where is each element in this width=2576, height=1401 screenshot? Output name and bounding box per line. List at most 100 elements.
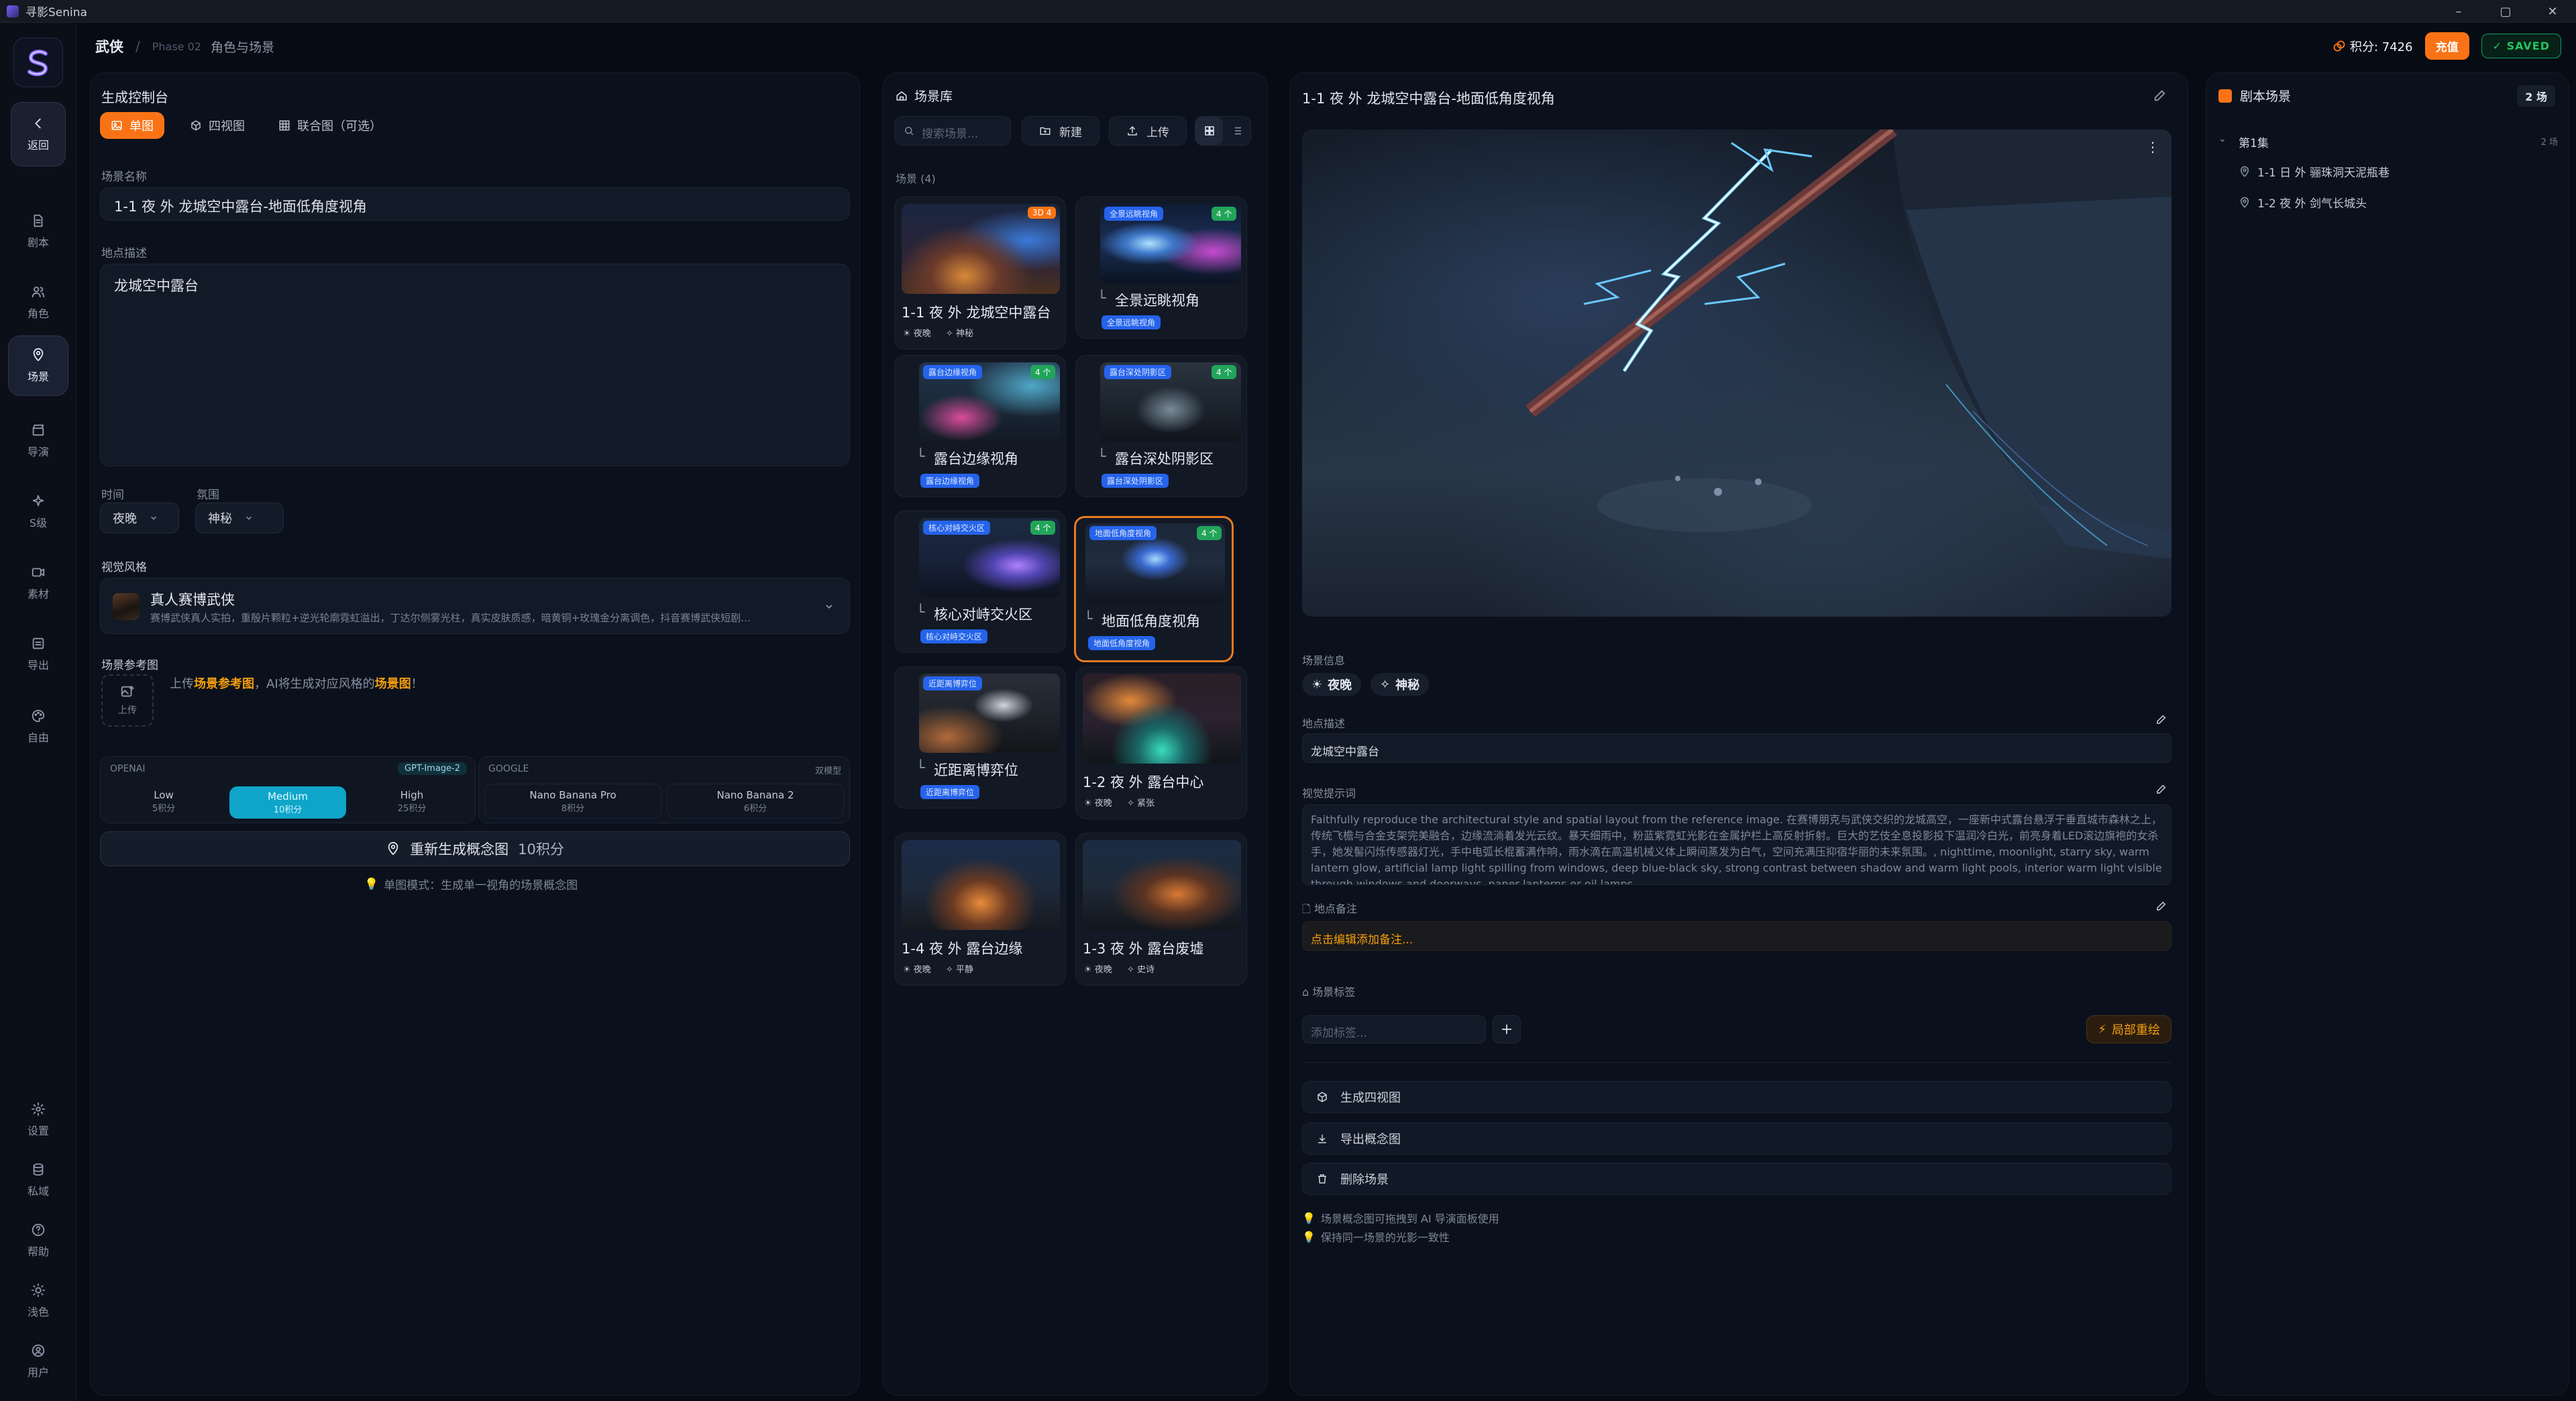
sidebar-item-light-theme[interactable]: 浅色 bbox=[8, 1271, 68, 1331]
mood-select[interactable]: 神秘 bbox=[195, 503, 284, 533]
minimize-button[interactable]: – bbox=[2435, 0, 2482, 23]
tab-four-views[interactable]: 四视图 bbox=[179, 112, 256, 139]
episode-group[interactable]: ⌄ 第1集 2 场 bbox=[2218, 132, 2558, 151]
breadcrumb-project[interactable]: 武侠 bbox=[95, 36, 123, 56]
scene-thumbnail bbox=[902, 840, 1060, 930]
scene-concept-image[interactable]: ⋮ bbox=[1302, 129, 2171, 617]
action-label: 删除场景 bbox=[1340, 1173, 1389, 1187]
scene-card[interactable]: 1-2 夜 外 露台中心 ☀ 夜晚 ✧ 紧张 bbox=[1075, 666, 1247, 819]
edit-icon[interactable] bbox=[2155, 783, 2167, 795]
tag-text: 神秘 bbox=[1395, 678, 1420, 692]
script-scene-item[interactable]: 1-2 夜 外 剑气长城头 bbox=[2239, 194, 2367, 211]
tab-single-image[interactable]: 单图 bbox=[100, 112, 164, 139]
local-redraw-button[interactable]: ⚡ 局部重绘 bbox=[2086, 1015, 2171, 1043]
upload-scene-button[interactable]: 上传 bbox=[1109, 116, 1187, 146]
tip-text: 单图模式：生成单一视角的场景概念图 bbox=[384, 879, 578, 892]
scene-card[interactable]: 近距离博弈位 └ 近距离博弈位 近距离博弈位 bbox=[894, 666, 1066, 809]
sidebar-item-free[interactable]: 自由 bbox=[8, 696, 68, 757]
sidebar-item-settings[interactable]: 设置 bbox=[8, 1090, 68, 1150]
sidebar-item-label: S级 bbox=[29, 517, 48, 529]
tab-combined-image[interactable]: 联合图（可选） bbox=[268, 112, 392, 139]
sidebar-item-private[interactable]: 私域 bbox=[8, 1150, 68, 1210]
sidebar-item-label: 设置 bbox=[27, 1125, 49, 1137]
sidebar-item-assets[interactable]: 素材 bbox=[8, 553, 68, 613]
reference-upload-button[interactable]: 上传 bbox=[101, 674, 154, 727]
more-options-icon[interactable]: ⋮ bbox=[2146, 139, 2159, 155]
scene-search-input[interactable]: 搜索场景... bbox=[894, 116, 1011, 146]
scene-name-input[interactable]: 1-1 夜 外 龙城空中露台-地面低角度视角 bbox=[100, 187, 850, 221]
scene-card[interactable]: 核心对峙交火区 4 个 └ 核心对峙交火区 核心对峙交火区 bbox=[894, 511, 1066, 653]
sun-icon bbox=[31, 1283, 46, 1298]
brand-logo-icon[interactable] bbox=[13, 38, 63, 87]
scene-card[interactable]: 3D 4 1-1 夜 外 龙城空中露台 ☀ 夜晚 ✧ 神秘 bbox=[894, 197, 1066, 350]
window-titlebar: 寻影Senina – ▢ ✕ bbox=[0, 0, 2576, 23]
new-scene-button[interactable]: 新建 bbox=[1022, 116, 1099, 146]
reference-hint: 上传场景参考图，AI将生成对应风格的场景图！ bbox=[170, 674, 423, 692]
scene-card[interactable]: 露台深处阴影区 4 个 └ 露台深处阴影区 露台深处阴影区 bbox=[1075, 355, 1247, 497]
list-view-button[interactable] bbox=[1223, 117, 1250, 145]
scene-card[interactable]: 露台边缘视角 4 个 └ 露台边缘视角 露台边缘视角 bbox=[894, 355, 1066, 497]
sidebar-item-user[interactable]: 用户 bbox=[8, 1331, 68, 1392]
sidebar-item-script[interactable]: 剧本 bbox=[8, 201, 68, 262]
regenerate-cost: 10积分 bbox=[518, 841, 564, 858]
add-tag-input[interactable]: 添加标签... bbox=[1302, 1015, 1486, 1043]
visual-style-select[interactable]: 真人赛博武侠 赛博武侠真人实拍，重殷片颗粒+逆光轮廓霓虹溢出，丁达尔侧雾光柱，真… bbox=[100, 578, 850, 634]
sidebar-item-help[interactable]: 帮助 bbox=[8, 1210, 68, 1271]
location-icon bbox=[388, 841, 398, 855]
edit-icon[interactable] bbox=[2155, 900, 2167, 912]
episode-count: 2 场 bbox=[2540, 138, 2558, 148]
viewpoint-tag: 全景远眺视角 bbox=[1102, 315, 1161, 329]
lightbulb-icon: 💡 bbox=[1302, 1211, 1316, 1225]
note-icon: 🗋 bbox=[1302, 902, 1314, 915]
script-scene-item[interactable]: 1-1 日 外 骊珠洞天泥瓶巷 bbox=[2239, 163, 2390, 180]
sidebar-item-label: 场景 bbox=[27, 370, 49, 383]
sidebar-item-export[interactable]: 导出 bbox=[8, 624, 68, 684]
scene-card-title: 近距离博弈位 bbox=[934, 762, 1018, 778]
back-button[interactable]: 返回 bbox=[11, 102, 66, 166]
time-tag: ☀ 夜晚 bbox=[1302, 673, 1362, 696]
nano-banana-pro-option[interactable]: Nano Banana Pro 8积分 bbox=[484, 784, 661, 819]
delete-scene-button[interactable]: 删除场景 bbox=[1302, 1163, 2171, 1195]
tab-label: 联合图（可选） bbox=[297, 119, 382, 134]
clapper-icon bbox=[32, 424, 44, 436]
tip-text: 保持同一场景的光影一致性 bbox=[1320, 1231, 1450, 1244]
note-label: 地点备注 bbox=[1313, 902, 1357, 915]
grid-view-button[interactable] bbox=[1195, 117, 1223, 145]
location-desc-textarea[interactable]: 龙城空中露台 bbox=[100, 264, 850, 466]
location-value-field[interactable]: 龙城空中露台 bbox=[1302, 733, 2171, 763]
scene-card[interactable]: 1-4 夜 外 露台边缘 ☀ 夜晚 ✧ 平静 bbox=[894, 833, 1066, 986]
edit-icon[interactable] bbox=[2155, 713, 2167, 725]
scene-card[interactable]: 1-3 夜 外 露台废墟 ☀ 夜晚 ✧ 史诗 bbox=[1075, 833, 1247, 986]
recharge-button[interactable]: 充值 bbox=[2424, 32, 2469, 60]
note-field[interactable]: 点击编辑添加备注... bbox=[1302, 921, 2171, 951]
viewpoint-tag: 核心对峙交火区 bbox=[920, 629, 988, 643]
sidebar-item-s-level[interactable]: S级 bbox=[8, 482, 68, 542]
location-label: 地点描述 bbox=[1302, 717, 1346, 730]
edit-icon[interactable] bbox=[2153, 88, 2167, 103]
nano-banana-2-option[interactable]: Nano Banana 2 6积分 bbox=[667, 784, 844, 819]
quality-low-option[interactable]: Low 5积分 bbox=[106, 784, 221, 819]
viewpoint-tag: 露台深处阴影区 bbox=[1102, 474, 1169, 488]
prompt-textarea[interactable]: Faithfully reproduce the architectural s… bbox=[1302, 805, 2171, 885]
mood-label: 氛围 bbox=[197, 488, 219, 502]
option-cost: 6积分 bbox=[743, 803, 767, 814]
tag-text: 夜晚 bbox=[1094, 965, 1112, 975]
maximize-button[interactable]: ▢ bbox=[2482, 0, 2529, 23]
provider-name: GOOGLE bbox=[488, 764, 529, 774]
quality-high-option[interactable]: High 25积分 bbox=[354, 784, 470, 819]
time-select[interactable]: 夜晚 bbox=[100, 503, 179, 533]
export-concept-button[interactable]: 导出概念图 bbox=[1302, 1123, 2171, 1155]
close-window-button[interactable]: ✕ bbox=[2529, 0, 2576, 23]
generate-four-views-button[interactable]: 生成四视图 bbox=[1302, 1081, 2171, 1113]
sidebar-item-scenes[interactable]: 场景 bbox=[8, 335, 68, 396]
scene-card-selected[interactable]: 地面低角度视角 4 个 └ 地面低角度视角 地面低角度视角 bbox=[1074, 516, 1234, 662]
quality-medium-option[interactable]: Medium 10积分 bbox=[229, 786, 346, 819]
scene-card[interactable]: 全景远眺视角 4 个 └ 全景远眺视角 全景远眺视角 bbox=[1075, 197, 1247, 339]
scene-card-title: 1-2 夜 外 露台中心 bbox=[1083, 774, 1204, 790]
sidebar-item-director[interactable]: 导演 bbox=[8, 411, 68, 471]
add-tag-button[interactable]: + bbox=[1493, 1015, 1521, 1043]
regenerate-concept-button[interactable]: 重新生成概念图 10积分 bbox=[100, 831, 850, 866]
sidebar-item-characters[interactable]: 角色 bbox=[8, 272, 68, 333]
scene-name-value: 1-1 夜 外 龙城空中露台-地面低角度视角 bbox=[114, 199, 367, 215]
variant-count-badge: 4 个 bbox=[1030, 521, 1056, 535]
